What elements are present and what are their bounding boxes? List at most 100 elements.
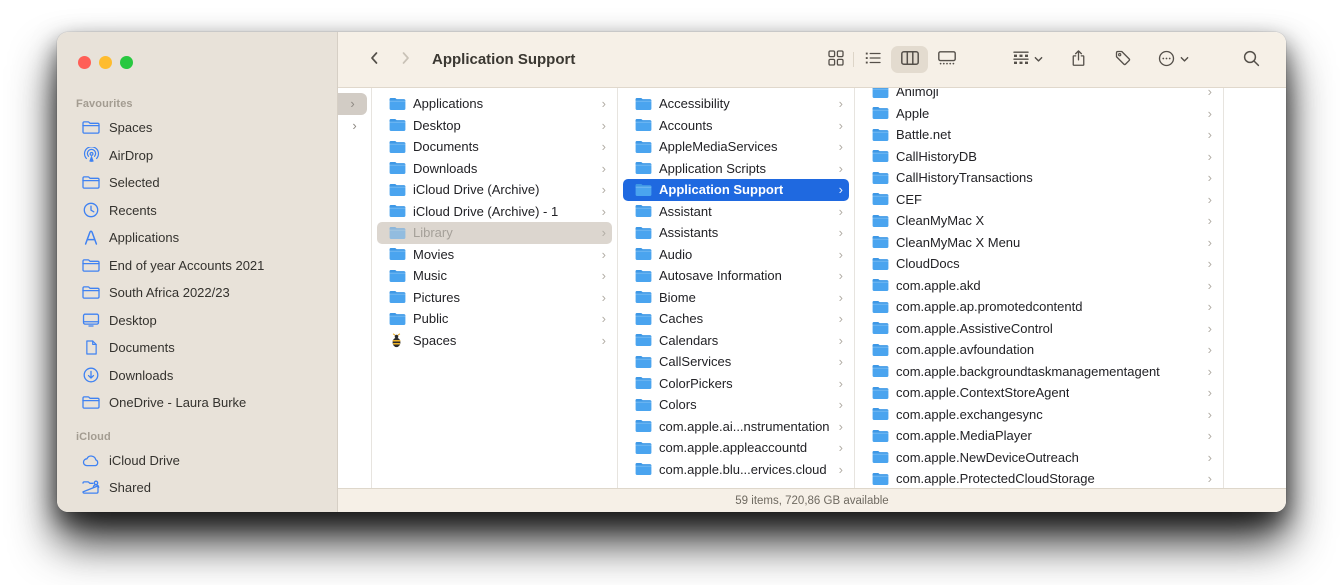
grid-view-icon: [828, 50, 844, 69]
file-name: Biome: [659, 290, 696, 305]
column-view-button[interactable]: [891, 46, 928, 73]
file-row[interactable]: com.apple.exchangesync›: [860, 404, 1218, 426]
file-row[interactable]: com.apple.blu...ervices.cloud›: [623, 459, 849, 481]
sidebar-item-selected[interactable]: Selected: [64, 169, 330, 197]
folder-icon: [872, 171, 889, 185]
file-row[interactable]: iCloud Drive (Archive) - 1›: [377, 201, 612, 223]
file-row[interactable]: CEF ›: [860, 189, 1218, 211]
file-name: Public: [413, 311, 448, 326]
file-row[interactable]: Biome›: [623, 287, 849, 309]
sidebar-item-documents[interactable]: Documents: [64, 334, 330, 362]
sidebar-section-label: Favourites: [57, 98, 337, 114]
file-row[interactable]: com.apple.AssistiveControl›: [860, 318, 1218, 340]
back-button[interactable]: [362, 47, 386, 73]
sidebar-item-label: South Africa 2022/23: [109, 285, 230, 300]
file-row[interactable]: com.apple.ai...nstrumentation›: [623, 416, 849, 438]
chevron-right-icon: ›: [1202, 193, 1212, 206]
file-row[interactable]: Audio›: [623, 244, 849, 266]
file-row[interactable]: Documents›: [377, 136, 612, 158]
toolbar-actions: [817, 46, 1266, 74]
more-button[interactable]: [1158, 46, 1189, 74]
chevron-right-icon: ›: [596, 334, 606, 347]
chevron-right-icon: ›: [833, 441, 843, 454]
view-switcher: [817, 46, 965, 73]
gallery-view-button[interactable]: [928, 46, 965, 73]
tag-button[interactable]: [1115, 46, 1131, 74]
sidebar-item-south-africa-2022-23[interactable]: South Africa 2022/23: [64, 279, 330, 307]
chevron-right-icon: ›: [596, 291, 606, 304]
file-row[interactable]: com.apple.NewDeviceOutreach›: [860, 447, 1218, 469]
file-row[interactable]: Music›: [377, 265, 612, 287]
file-row[interactable]: com.apple.MediaPlayer›: [860, 425, 1218, 447]
file-row[interactable]: CloudDocs›: [860, 253, 1218, 275]
file-row[interactable]: Movies›: [377, 244, 612, 266]
file-row[interactable]: com.apple.akd›: [860, 275, 1218, 297]
group-button[interactable]: [1013, 46, 1043, 74]
window-title: Application Support: [432, 51, 575, 68]
file-row[interactable]: CallHistoryDB›: [860, 146, 1218, 168]
sidebar-item-desktop[interactable]: Desktop: [64, 307, 330, 335]
forward-button[interactable]: [394, 47, 418, 73]
file-row[interactable]: Colors›: [623, 394, 849, 416]
sidebar-item-downloads[interactable]: Downloads: [64, 362, 330, 390]
file-row[interactable]: Downloads›: [377, 158, 612, 180]
file-row[interactable]: CallServices›: [623, 351, 849, 373]
folder-icon: [872, 300, 889, 314]
sidebar-item-icloud-drive[interactable]: iCloud Drive: [64, 447, 330, 475]
file-row[interactable]: Accounts›: [623, 115, 849, 137]
file-row[interactable]: Animoji›: [860, 88, 1218, 103]
file-row[interactable]: Assistants›: [623, 222, 849, 244]
folder-icon: [389, 161, 406, 175]
file-row[interactable]: ColorPickers›: [623, 373, 849, 395]
file-row[interactable]: AppleMediaServices›: [623, 136, 849, 158]
file-row[interactable]: com.apple.ap.promotedcontentd›: [860, 296, 1218, 318]
close-window-button[interactable]: [78, 56, 91, 69]
file-row[interactable]: CallHistoryTransactions›: [860, 167, 1218, 189]
file-row[interactable]: Battle.net›: [860, 124, 1218, 146]
file-row[interactable]: Spaces›: [377, 330, 612, 352]
file-row[interactable]: Pictures›: [377, 287, 612, 309]
file-row[interactable]: CleanMyMac X›: [860, 210, 1218, 232]
list-view-button[interactable]: [854, 46, 891, 73]
icon-view-button[interactable]: [817, 46, 854, 73]
file-row[interactable]: Applications›: [377, 93, 612, 115]
previous-column-row[interactable]: ›: [338, 115, 371, 137]
file-row[interactable]: Autosave Information›: [623, 265, 849, 287]
file-row[interactable]: Calendars›: [623, 330, 849, 352]
chevron-right-icon: ›: [596, 312, 606, 325]
file-row[interactable]: Public ›: [377, 308, 612, 330]
file-row[interactable]: com.apple.avfoundation›: [860, 339, 1218, 361]
file-name: CEF: [896, 192, 922, 207]
sidebar-item-end-of-year-accounts-2021[interactable]: End of year Accounts 2021: [64, 252, 330, 280]
sidebar-item-airdrop[interactable]: AirDrop: [64, 142, 330, 170]
sidebar-item-label: Downloads: [109, 368, 173, 383]
file-row[interactable]: com.apple.ContextStoreAgent›: [860, 382, 1218, 404]
previous-column-row[interactable]: ›: [338, 93, 367, 115]
search-button[interactable]: [1243, 46, 1260, 74]
file-name: Applications: [413, 96, 483, 111]
sidebar-item-shared[interactable]: Shared: [64, 474, 330, 502]
minimize-window-button[interactable]: [99, 56, 112, 69]
sidebar-item-applications[interactable]: Applications: [64, 224, 330, 252]
file-name: AppleMediaServices: [659, 139, 778, 154]
file-row[interactable]: com.apple.backgroundtaskmanagementagent›: [860, 361, 1218, 383]
clock-icon: [81, 201, 101, 219]
zoom-window-button[interactable]: [120, 56, 133, 69]
finder-window: FavouritesSpacesAirDropSelectedRecentsAp…: [57, 32, 1286, 512]
file-row[interactable]: Application Support›: [623, 179, 849, 201]
sidebar-item-spaces[interactable]: Spaces: [64, 114, 330, 142]
file-row[interactable]: Apple›: [860, 103, 1218, 125]
file-row[interactable]: com.apple.appleaccountd›: [623, 437, 849, 459]
sidebar-item-onedrive-laura-burke[interactable]: OneDrive - Laura Burke: [64, 389, 330, 417]
file-row[interactable]: CleanMyMac X Menu›: [860, 232, 1218, 254]
file-row[interactable]: com.apple.ProtectedCloudStorage›: [860, 468, 1218, 488]
file-row[interactable]: Accessibility›: [623, 93, 849, 115]
share-button[interactable]: [1071, 46, 1086, 74]
sidebar-item-recents[interactable]: Recents: [64, 197, 330, 225]
file-row[interactable]: iCloud Drive (Archive)›: [377, 179, 612, 201]
file-row[interactable]: Library›: [377, 222, 612, 244]
file-row[interactable]: Desktop›: [377, 115, 612, 137]
file-row[interactable]: Application Scripts›: [623, 158, 849, 180]
file-row[interactable]: Assistant›: [623, 201, 849, 223]
file-row[interactable]: Caches›: [623, 308, 849, 330]
